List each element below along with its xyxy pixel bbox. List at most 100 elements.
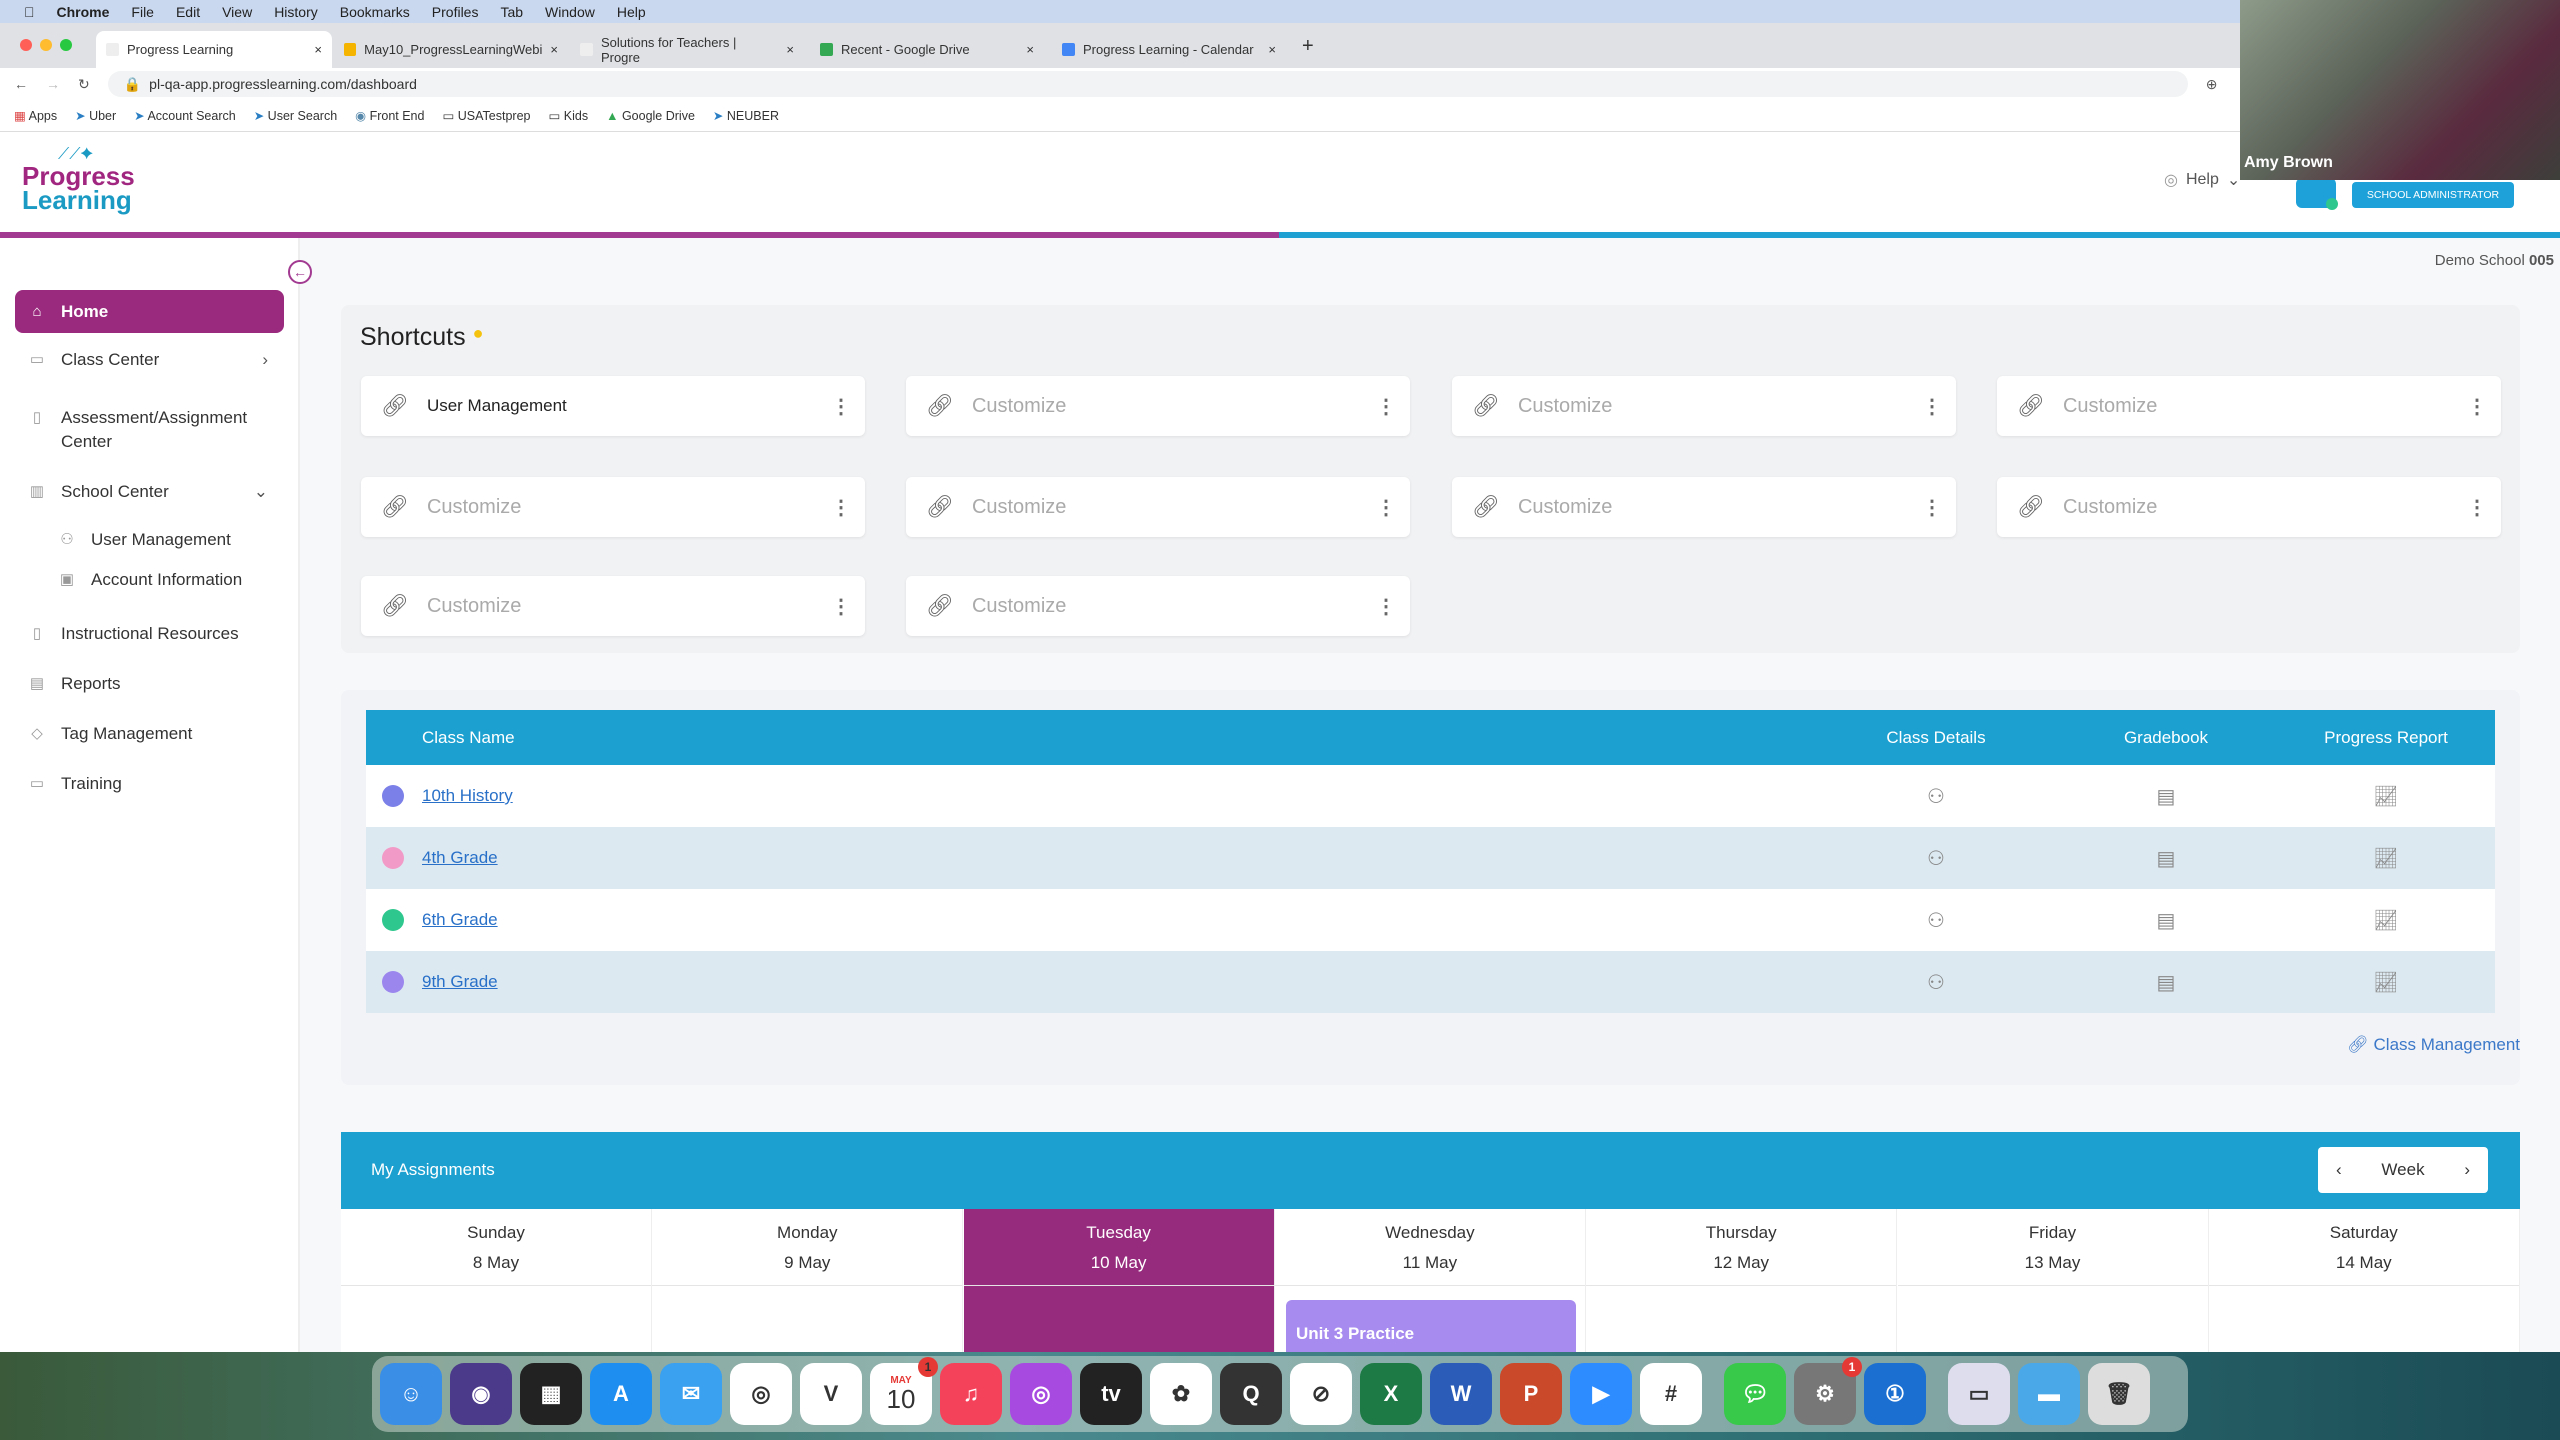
- day-column[interactable]: Thursday 12 May: [1586, 1209, 1898, 1355]
- progress-chart-icon[interactable]: 📈︎: [2296, 889, 2476, 951]
- minimize-window-button[interactable]: [40, 39, 52, 51]
- class-name-link[interactable]: 6th Grade: [422, 889, 498, 951]
- class-details-icon[interactable]: ⚇: [1856, 889, 2016, 951]
- new-tab-button[interactable]: +: [1302, 35, 1314, 58]
- messages-dock-icon[interactable]: 💬︎: [1724, 1363, 1786, 1425]
- bookmark-account-search[interactable]: ➤ Account Search: [134, 108, 236, 123]
- vectorworks-dock-icon[interactable]: V: [800, 1363, 862, 1425]
- progress-learning-logo[interactable]: ⟋⟋✦ Progress Learning: [22, 146, 135, 213]
- shortcut-card[interactable]: 🔗︎ Customize ⋮: [361, 477, 865, 537]
- chrome-dock-icon[interactable]: ◎: [730, 1363, 792, 1425]
- sidebar-item-user-management[interactable]: ⚇ User Management: [45, 522, 284, 550]
- gradebook-icon[interactable]: ▤: [2086, 827, 2246, 889]
- more-options-icon[interactable]: ⋮: [1922, 495, 1942, 520]
- url-input[interactable]: 🔒 pl-qa-app.progresslearning.com/dashboar…: [107, 71, 2188, 97]
- class-name-link[interactable]: 9th Grade: [422, 951, 498, 1013]
- menu-edit[interactable]: Edit: [176, 4, 200, 20]
- shortcut-card[interactable]: 🔗︎ Customize ⋮: [1452, 376, 1956, 436]
- 1password-dock-icon[interactable]: ①: [1864, 1363, 1926, 1425]
- sidebar-item-home[interactable]: ⌂ Home: [15, 290, 284, 333]
- menu-profiles[interactable]: Profiles: [432, 4, 479, 20]
- role-badge[interactable]: SCHOOL ADMINISTRATOR: [2352, 182, 2514, 208]
- maximize-window-button[interactable]: [60, 39, 72, 51]
- shortcut-card[interactable]: 🔗︎ User Management ⋮: [361, 376, 865, 436]
- folder-dock-icon[interactable]: ▬: [2018, 1363, 2080, 1425]
- close-tab-icon[interactable]: ×: [1026, 42, 1034, 57]
- tab-webinar-slides[interactable]: May10_ProgressLearningWebi ×: [334, 31, 568, 68]
- gradebook-icon[interactable]: ▤: [2086, 889, 2246, 951]
- more-options-icon[interactable]: ⋮: [1376, 394, 1396, 419]
- close-tab-icon[interactable]: ×: [1268, 42, 1276, 57]
- more-options-icon[interactable]: ⋮: [2467, 495, 2487, 520]
- next-week-icon[interactable]: ›: [2464, 1160, 2470, 1180]
- class-management-link[interactable]: 🔗︎ Class Management: [2347, 1035, 2520, 1055]
- close-tab-icon[interactable]: ×: [786, 42, 794, 57]
- bookmark-kids[interactable]: ▭ Kids: [548, 108, 588, 123]
- sidebar-item-school-center[interactable]: ▥ School Center ⌄: [15, 474, 284, 502]
- day-column[interactable]: Monday 9 May: [652, 1209, 964, 1355]
- back-icon[interactable]: ←: [14, 76, 28, 92]
- safari-dock-icon[interactable]: ⊘: [1290, 1363, 1352, 1425]
- day-column[interactable]: Sunday 8 May: [341, 1209, 652, 1355]
- word-dock-icon[interactable]: W: [1430, 1363, 1492, 1425]
- siri-dock-icon[interactable]: ◉: [450, 1363, 512, 1425]
- tab-calendar[interactable]: Progress Learning - Calendar ×: [1052, 31, 1286, 68]
- class-details-icon[interactable]: ⚇: [1856, 765, 2016, 827]
- app-store-dock-icon[interactable]: A: [590, 1363, 652, 1425]
- sidebar-item-assessment-center[interactable]: ▯ Assessment/Assignment Center: [15, 398, 284, 454]
- day-column[interactable]: Saturday 14 May: [2208, 1209, 2520, 1355]
- sidebar-item-tag-management[interactable]: ◇ Tag Management: [15, 716, 284, 744]
- sidebar-item-account-information[interactable]: ▣ Account Information: [45, 562, 284, 590]
- zoom-icon[interactable]: ⊕: [2206, 76, 2218, 93]
- menu-tab[interactable]: Tab: [500, 4, 523, 20]
- menu-view[interactable]: View: [222, 4, 252, 20]
- shortcut-card[interactable]: 🔗︎ Customize ⋮: [1997, 477, 2501, 537]
- class-details-icon[interactable]: ⚇: [1856, 951, 2016, 1013]
- bookmark-user-search[interactable]: ➤ User Search: [254, 108, 337, 123]
- bookmark-apps[interactable]: ▦ Apps: [14, 108, 57, 123]
- shortcut-card[interactable]: 🔗︎ Customize ⋮: [906, 477, 1410, 537]
- photos-dock-icon[interactable]: ✿: [1150, 1363, 1212, 1425]
- menu-bookmarks[interactable]: Bookmarks: [340, 4, 410, 20]
- gradebook-icon[interactable]: ▤: [2086, 765, 2246, 827]
- day-column[interactable]: Tuesday 10 May: [963, 1209, 1275, 1355]
- sidebar-item-training[interactable]: ▭ Training: [15, 766, 284, 794]
- close-window-button[interactable]: [20, 39, 32, 51]
- menu-file[interactable]: File: [131, 4, 154, 20]
- bookmark-uber[interactable]: ➤ Uber: [75, 108, 116, 123]
- calendar-dock-icon[interactable]: MAY 10 1: [870, 1357, 938, 1425]
- menu-help[interactable]: Help: [617, 4, 646, 20]
- quicktime-dock-icon[interactable]: Q: [1220, 1363, 1282, 1425]
- more-options-icon[interactable]: ⋮: [1376, 594, 1396, 619]
- bookmark-neuber[interactable]: ➤ NEUBER: [713, 108, 779, 123]
- podcasts-dock-icon[interactable]: ◎: [1010, 1363, 1072, 1425]
- mission-control-dock-icon[interactable]: ▦: [520, 1363, 582, 1425]
- tab-google-drive[interactable]: Recent - Google Drive ×: [810, 31, 1044, 68]
- more-options-icon[interactable]: ⋮: [831, 594, 851, 619]
- close-tab-icon[interactable]: ×: [550, 42, 558, 57]
- more-options-icon[interactable]: ⋮: [1376, 495, 1396, 520]
- user-avatar[interactable]: [2296, 178, 2338, 210]
- forward-icon[interactable]: →: [46, 76, 60, 92]
- progress-chart-icon[interactable]: 📈︎: [2296, 827, 2476, 889]
- finder-dock-icon[interactable]: ☺: [380, 1363, 442, 1425]
- more-options-icon[interactable]: ⋮: [831, 495, 851, 520]
- music-dock-icon[interactable]: ♫: [940, 1363, 1002, 1425]
- progress-chart-icon[interactable]: 📈︎: [2296, 951, 2476, 1013]
- tv-dock-icon[interactable]: tv: [1080, 1363, 1142, 1425]
- prev-week-icon[interactable]: ‹: [2336, 1160, 2342, 1180]
- shortcut-card[interactable]: 🔗︎ Customize ⋮: [361, 576, 865, 636]
- gradebook-icon[interactable]: ▤: [2086, 951, 2246, 1013]
- help-menu[interactable]: ◎ Help ⌄: [2164, 170, 2240, 190]
- apple-icon[interactable]: : [24, 4, 35, 20]
- menu-history[interactable]: History: [274, 4, 318, 20]
- collapse-sidebar-button[interactable]: ←: [288, 260, 312, 284]
- class-details-icon[interactable]: ⚇: [1856, 827, 2016, 889]
- shortcut-card[interactable]: 🔗︎ Customize ⋮: [906, 376, 1410, 436]
- class-name-link[interactable]: 10th History: [422, 765, 513, 827]
- menu-window[interactable]: Window: [545, 4, 595, 20]
- bookmark-usatestprep[interactable]: ▭ USATestprep: [442, 108, 530, 123]
- sidebar-item-reports[interactable]: ▤ Reports: [15, 666, 284, 694]
- trash-dock-icon[interactable]: 🗑︎: [2088, 1363, 2150, 1425]
- powerpoint-dock-icon[interactable]: P: [1500, 1363, 1562, 1425]
